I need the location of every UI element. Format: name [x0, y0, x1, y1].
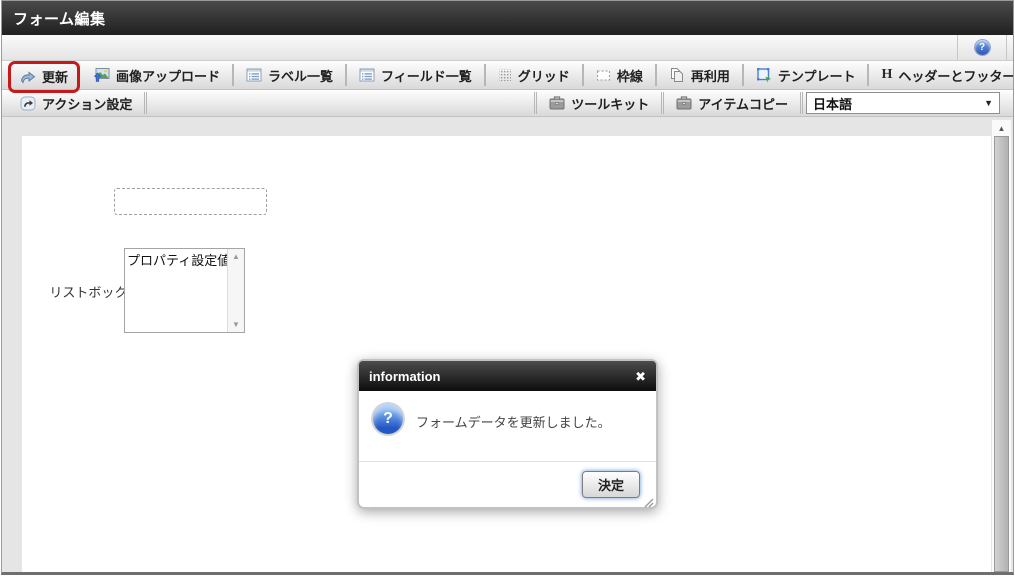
toolbar-row-2: アクション設定 ツールキット アイテムコピー 日本語 ▼: [2, 90, 1013, 117]
toolbar-separator: [654, 64, 657, 86]
image-upload-icon: [93, 67, 110, 83]
toolkit-button-label: ツールキット: [571, 96, 650, 112]
chevron-down-icon: ▼: [984, 98, 993, 108]
toolbar-separator: [232, 64, 235, 86]
toolbar-separator: [581, 64, 584, 86]
toolkit-button[interactable]: ツールキット: [540, 90, 658, 116]
action-settings-button[interactable]: アクション設定: [11, 90, 141, 116]
empty-placeholder-field[interactable]: [114, 188, 267, 215]
help-button[interactable]: ?: [957, 35, 1007, 60]
dialog-message: フォームデータを更新しました。: [416, 415, 611, 430]
scrollbar-thumb[interactable]: [994, 136, 1009, 572]
grid-icon: [498, 68, 512, 82]
toolbar-separator: [741, 64, 744, 86]
border-button[interactable]: 枠線: [587, 61, 652, 89]
label-list-button-label: ラベル一覧: [268, 68, 334, 84]
dialog-body: ? フォームデータを更新しました。: [359, 391, 656, 461]
field-list-button[interactable]: フィールド一覧: [350, 61, 481, 89]
field-list-button-label: フィールド一覧: [381, 68, 472, 84]
item-copy-button-label: アイテムコピー: [698, 96, 788, 112]
template-button[interactable]: テンプレート: [747, 61, 865, 89]
page-title: フォーム編集: [13, 10, 106, 28]
scroll-up-icon[interactable]: ▲: [992, 120, 1011, 136]
toolbar-separator: [661, 92, 665, 114]
briefcase-icon: [549, 96, 565, 110]
listbox-field[interactable]: プロパティ設定値 ▲ ▼: [124, 248, 245, 333]
app-window: フォーム編集 ? 更新 画像アップロード ラベル一覧 フィールド一覧 グリッド …: [1, 0, 1014, 575]
title-bar: フォーム編集: [2, 1, 1013, 35]
header-footer-button[interactable]: H ヘッダーとフッター: [872, 61, 1014, 89]
help-strip: ?: [2, 35, 1013, 61]
template-button-label: テンプレート: [777, 68, 856, 84]
listbox-items: プロパティ設定値: [125, 249, 227, 332]
scroll-down-icon[interactable]: ▼: [232, 317, 240, 332]
question-info-icon: ?: [373, 404, 403, 434]
help-icon: ?: [974, 40, 990, 55]
reuse-button[interactable]: 再利用: [660, 61, 739, 89]
vertical-scrollbar[interactable]: ▲: [992, 120, 1011, 572]
language-select-value: 日本語: [813, 96, 853, 112]
update-arrow-icon: [20, 70, 36, 84]
image-upload-button[interactable]: 画像アップロード: [84, 61, 229, 89]
toolbar-separator: [144, 92, 148, 114]
copy-pages-icon: [669, 67, 685, 83]
info-dialog: information ✖ ? フォームデータを更新しました。 決定: [357, 359, 658, 509]
toolbar-separator: [867, 64, 870, 86]
dashed-box-icon: [596, 69, 611, 82]
action-settings-button-label: アクション設定: [42, 96, 133, 112]
toolbar-separator: [345, 64, 348, 86]
close-icon[interactable]: ✖: [635, 370, 646, 383]
toolbar-separator: [483, 64, 486, 86]
list-icon: [246, 68, 262, 82]
scroll-up-icon[interactable]: ▲: [232, 249, 240, 264]
language-select[interactable]: 日本語 ▼: [806, 92, 1000, 114]
update-highlight-ring: 更新: [8, 60, 81, 93]
border-button-label: 枠線: [616, 68, 643, 84]
template-icon: [756, 67, 772, 83]
dialog-title-bar[interactable]: information ✖: [359, 361, 656, 391]
header-letter-icon: H: [881, 67, 893, 82]
listbox-scrollbar[interactable]: ▲ ▼: [227, 249, 244, 332]
listbox-item[interactable]: プロパティ設定値: [125, 249, 227, 270]
image-upload-button-label: 画像アップロード: [116, 68, 221, 84]
reuse-button-label: 再利用: [690, 68, 730, 84]
resize-handle-icon[interactable]: [642, 495, 654, 513]
toolbar-separator: [800, 92, 803, 114]
header-footer-button-label: ヘッダーとフッター: [898, 68, 1014, 84]
grid-button[interactable]: グリッド: [489, 61, 579, 89]
briefcase-icon: [676, 96, 692, 110]
dialog-title: information: [369, 368, 441, 384]
label-list-button[interactable]: ラベル一覧: [237, 61, 342, 89]
ok-button[interactable]: 決定: [582, 471, 640, 498]
update-button[interactable]: 更新: [11, 64, 77, 90]
item-copy-button[interactable]: アイテムコピー: [667, 90, 797, 116]
update-button-label: 更新: [42, 70, 69, 85]
dialog-footer: 決定: [359, 461, 656, 508]
action-arrow-icon: [20, 96, 36, 111]
grid-button-label: グリッド: [517, 68, 570, 84]
list-icon: [359, 68, 375, 82]
toolbar-separator: [534, 92, 538, 114]
toolbar-row-1: 更新 画像アップロード ラベル一覧 フィールド一覧 グリッド 枠線 再利用 テン…: [2, 60, 1014, 93]
